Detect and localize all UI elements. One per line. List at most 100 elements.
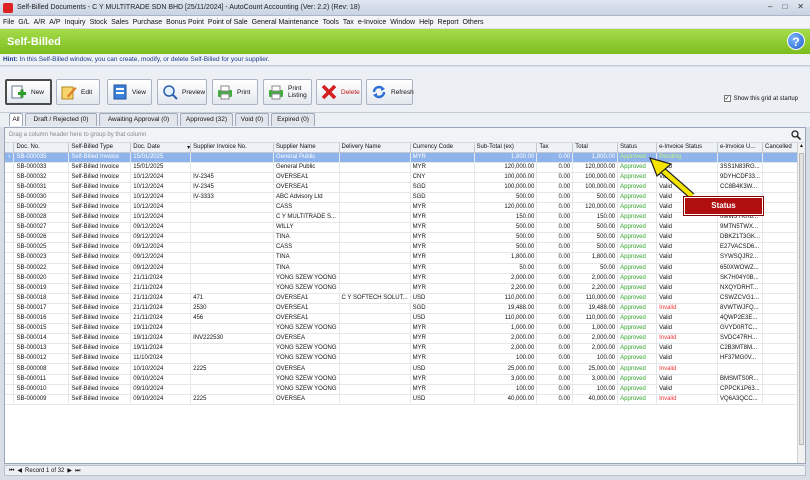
record-navigator: ⏮ ◀ Record 1 of 32 ▶ ⏭ — [4, 465, 806, 476]
table-row[interactable]: SB-000026 Self-Billed Invoice 09/12/2024 TI… — [5, 232, 805, 244]
table-row[interactable]: SB-000016 Self-Billed Invoice 21/11/2024 45… — [5, 313, 805, 325]
new-button[interactable]: New — [5, 79, 52, 105]
row-indicator — [5, 252, 15, 264]
menu-file[interactable]: File — [3, 19, 14, 26]
menu-report[interactable]: Report — [438, 19, 459, 26]
cell-delivery-name — [339, 232, 411, 244]
close-icon[interactable]: ✕ — [797, 2, 804, 11]
cell-tax: 0.00 — [536, 273, 574, 284]
prev-record-icon[interactable]: ◀ — [17, 466, 22, 475]
last-record-icon[interactable]: ⏭ — [75, 466, 80, 475]
menu-ap[interactable]: A/P — [49, 19, 60, 26]
menu-stock[interactable]: Stock — [90, 19, 108, 26]
menu-purchase[interactable]: Purchase — [133, 19, 163, 26]
table-row[interactable]: SB-000015 Self-Billed Invoice 19/11/2024 YO… — [5, 323, 805, 335]
menu-ar[interactable]: A/R — [34, 19, 46, 26]
table-row[interactable]: SB-000009 Self-Billed Invoice 09/10/2024 22… — [5, 394, 805, 405]
menu-sales[interactable]: Sales — [111, 19, 129, 26]
table-row[interactable]: SB-000019 Self-Billed Invoice 21/11/2024 YO… — [5, 283, 805, 294]
show-grid-option[interactable]: ✓ Show this grid at startup — [723, 95, 798, 102]
first-record-icon[interactable]: ⏮ — [9, 466, 14, 475]
cell-self-billed-type: Self-Billed Invoice — [68, 152, 132, 163]
view-button[interactable]: View — [107, 79, 152, 105]
menu-e-invoice[interactable]: e-Invoice — [358, 19, 386, 26]
row-indicator — [5, 232, 15, 244]
table-row[interactable]: SB-000027 Self-Billed Invoice 09/12/2024 WI… — [5, 222, 805, 234]
scrollbar-thumb[interactable] — [799, 153, 804, 445]
cell-self-billed-type: Self-Billed Invoice — [68, 313, 132, 325]
menu-others[interactable]: Others — [463, 19, 484, 26]
col-doc-no[interactable]: Doc. No. — [13, 143, 70, 153]
cell-currency-code: MYR — [410, 263, 475, 274]
table-row[interactable]: SB-000018 Self-Billed Invoice 21/11/2024 47… — [5, 293, 805, 304]
scroll-up-icon[interactable]: ▲ — [798, 143, 805, 149]
cell-supplier-invoice-no: IV-2345 — [190, 182, 274, 193]
cell-self-billed-type: Self-Billed Invoice — [68, 242, 132, 254]
col-supplier-name[interactable]: Supplier Name — [273, 143, 340, 153]
cell-total: 40,000.00 — [572, 394, 619, 405]
cell-status: Approved — [617, 222, 658, 234]
tab-expired[interactable]: Expired (0) — [271, 113, 315, 126]
table-row[interactable]: SB-000017 Self-Billed Invoice 21/11/2024 25… — [5, 303, 805, 315]
tab-approved[interactable]: Approved (32) — [180, 113, 233, 126]
refresh-button[interactable]: Refresh — [366, 79, 414, 105]
table-row[interactable]: SB-000012 Self-Billed Invoice 11/10/2024 YO… — [5, 353, 805, 365]
tab-draft-rejected[interactable]: Draft / Rejected (0) — [25, 113, 97, 126]
col-supplier-invoice-no[interactable]: Supplier Invoice No. — [190, 143, 274, 153]
maximize-icon[interactable]: □ — [782, 2, 787, 11]
print-listing-button[interactable]: Print Listing — [263, 79, 312, 105]
menu-inquiry[interactable]: Inquiry — [65, 19, 86, 26]
table-row[interactable]: SB-000025 Self-Billed Invoice 09/12/2024 CA… — [5, 242, 805, 254]
menu-point-of-sale[interactable]: Point of Sale — [208, 19, 248, 26]
vertical-scrollbar[interactable]: ▲ — [797, 143, 805, 463]
tab-all[interactable]: All — [9, 113, 23, 126]
col-currency-code[interactable]: Currency Code — [410, 143, 475, 153]
search-icon[interactable] — [791, 130, 802, 141]
row-indicator — [5, 222, 15, 234]
col-self-billed-type[interactable]: Self-Billed Type — [68, 143, 132, 153]
col-total[interactable]: Total — [572, 143, 619, 153]
table-row[interactable]: SB-000020 Self-Billed Invoice 21/11/2024 YO… — [5, 273, 805, 284]
menu-bonus-point[interactable]: Bonus Point — [166, 19, 204, 26]
col-doc-date[interactable]: Doc. Date ▾ — [130, 143, 192, 153]
col-sub-total[interactable]: Sub-Total (ex) — [474, 143, 538, 153]
print-button[interactable]: Print — [212, 79, 258, 105]
minimize-icon[interactable]: – — [768, 2, 772, 11]
group-by-panel[interactable]: Drag a column header here to group by th… — [5, 128, 805, 143]
table-row[interactable]: SB-000008 Self-Billed Invoice 10/10/2024 22… — [5, 363, 805, 375]
cell-e-invoice-status: Valid — [656, 343, 718, 355]
menu-general-maintenance[interactable]: General Maintenance — [252, 19, 319, 26]
help-icon[interactable]: ? — [787, 32, 805, 50]
menu-tax[interactable]: Tax — [343, 19, 354, 26]
menu-window[interactable]: Window — [390, 19, 415, 26]
table-row[interactable]: SB-000022 Self-Billed Invoice 09/12/2024 TI… — [5, 263, 805, 274]
menu-gl[interactable]: G/L — [18, 19, 29, 26]
cell-supplier-name: OVERSEA1 — [273, 172, 340, 183]
tab-void[interactable]: Void (0) — [235, 113, 269, 126]
menu-tools[interactable]: Tools — [323, 19, 339, 26]
table-row[interactable]: SB-000013 Self-Billed Invoice 19/11/2024 YO… — [5, 343, 805, 355]
col-e-invoice-uuid[interactable]: e-Invoice U... — [717, 143, 764, 153]
cell-supplier-invoice-no — [190, 353, 274, 365]
col-tax[interactable]: Tax — [536, 143, 574, 153]
delete-button[interactable]: Delete — [316, 79, 362, 105]
preview-button[interactable]: Preview — [157, 79, 207, 105]
cell-total: 500.00 — [572, 192, 619, 203]
table-row[interactable]: SB-000011 Self-Billed Invoice 09/10/2024 YO… — [5, 374, 805, 385]
table-row[interactable]: SB-000014 Self-Billed Invoice 19/11/2024 IN… — [5, 333, 805, 345]
cell-doc-no: SB-000023 — [13, 252, 70, 264]
edit-button[interactable]: Edit — [56, 79, 100, 105]
tab-awaiting-approval[interactable]: Awaiting Approval (0) — [99, 113, 178, 126]
status-callout: Status — [684, 197, 763, 215]
table-row[interactable]: SB-000023 Self-Billed Invoice 09/12/2024 TI… — [5, 252, 805, 264]
cell-sub-total: 25,000.00 — [474, 363, 538, 375]
table-row[interactable]: SB-000010 Self-Billed Invoice 09/10/2024 YO… — [5, 384, 805, 395]
col-delivery-name[interactable]: Delivery Name — [339, 143, 411, 153]
cell-total: 1,800.00 — [572, 252, 619, 264]
next-record-icon[interactable]: ▶ — [67, 466, 72, 475]
cell-sub-total: 19,488.00 — [474, 303, 538, 315]
menu-help[interactable]: Help — [419, 19, 433, 26]
cell-supplier-name: YONG SZEW YOONG — [273, 273, 340, 284]
show-grid-checkbox[interactable]: ✓ — [723, 95, 731, 102]
cell-delivery-name — [339, 172, 411, 183]
